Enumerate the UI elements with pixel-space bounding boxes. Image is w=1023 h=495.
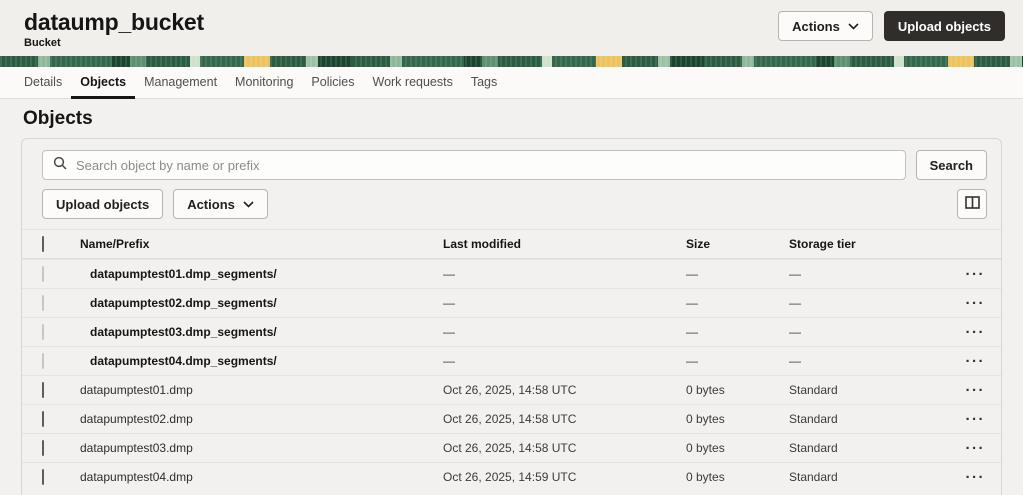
table-row: datapumptest01.dmp Oct 26, 2025, 14:58 U…: [22, 375, 1001, 404]
table-header-row: Name/Prefix Last modified Size Storage t…: [22, 229, 1001, 259]
row-actions-menu-button[interactable]: ···: [966, 470, 986, 485]
object-last-modified: —: [443, 267, 686, 281]
object-last-modified: Oct 26, 2025, 14:58 UTC: [443, 383, 686, 397]
object-last-modified: Oct 26, 2025, 14:59 UTC: [443, 470, 686, 484]
chevron-down-icon: [243, 201, 254, 208]
table-row: datapumptest01.dmp_segments/ — — — ···: [22, 259, 1001, 288]
object-last-modified: —: [443, 325, 686, 339]
object-storage-tier: Standard: [789, 412, 931, 426]
row-checkbox[interactable]: [42, 411, 44, 427]
row-actions-menu-button[interactable]: ···: [966, 383, 986, 398]
table-row: datapumptest03.dmp_segments/ — — — ···: [22, 317, 1001, 346]
object-name[interactable]: datapumptest03.dmp_segments/: [80, 325, 443, 339]
page-header: dataump_bucket Bucket Actions Upload obj…: [0, 0, 1023, 56]
tab-details[interactable]: Details: [15, 67, 71, 99]
tab-monitoring[interactable]: Monitoring: [226, 67, 302, 99]
objects-content: Objects Search Upload objects: [0, 108, 1023, 495]
object-storage-tier: —: [789, 267, 931, 281]
header-upload-label: Upload objects: [898, 19, 991, 34]
row-actions-menu-button[interactable]: ···: [966, 267, 986, 282]
tab-management[interactable]: Management: [135, 67, 226, 99]
decorative-banner: [0, 56, 1023, 67]
section-heading: Objects: [23, 108, 1000, 130]
object-storage-tier: —: [789, 354, 931, 368]
row-actions-menu-button[interactable]: ···: [966, 441, 986, 456]
header-actions-button[interactable]: Actions: [778, 11, 873, 41]
column-header-size: Size: [686, 237, 789, 251]
tab-bar: DetailsObjectsManagementMonitoringPolici…: [0, 67, 1023, 99]
object-last-modified: —: [443, 354, 686, 368]
row-actions-menu-button[interactable]: ···: [966, 412, 986, 427]
tab-work-requests[interactable]: Work requests: [364, 67, 462, 99]
table-body: datapumptest01.dmp_segments/ — — — ··· d…: [22, 259, 1001, 491]
search-button[interactable]: Search: [916, 150, 987, 180]
header-actions: Actions Upload objects: [778, 11, 1005, 41]
row-checkbox[interactable]: [42, 469, 44, 485]
object-size: —: [686, 354, 789, 368]
page-title: dataump_bucket: [24, 9, 204, 35]
search-input-wrapper: [42, 150, 906, 180]
row-checkbox: [42, 295, 44, 311]
object-size: 0 bytes: [686, 412, 789, 426]
row-checkbox: [42, 324, 44, 340]
object-last-modified: Oct 26, 2025, 14:58 UTC: [443, 441, 686, 455]
table-row: datapumptest03.dmp Oct 26, 2025, 14:58 U…: [22, 433, 1001, 462]
objects-table: Name/Prefix Last modified Size Storage t…: [22, 229, 1001, 491]
object-storage-tier: Standard: [789, 383, 931, 397]
object-storage-tier: —: [789, 325, 931, 339]
row-actions-menu-button[interactable]: ···: [966, 354, 986, 369]
row-checkbox[interactable]: [42, 382, 44, 398]
objects-panel: Search Upload objects Actions: [21, 138, 1002, 495]
header-actions-label: Actions: [792, 19, 840, 34]
select-all-checkbox[interactable]: [42, 236, 44, 252]
row-checkbox: [42, 266, 44, 282]
actions-button[interactable]: Actions: [173, 189, 268, 219]
chevron-down-icon: [848, 23, 859, 30]
object-name[interactable]: datapumptest04.dmp_segments/: [80, 354, 443, 368]
page-subtitle: Bucket: [24, 37, 204, 49]
title-block: dataump_bucket Bucket: [24, 9, 204, 49]
row-actions-menu-button[interactable]: ···: [966, 296, 986, 311]
columns-icon: [965, 196, 980, 212]
tab-tags[interactable]: Tags: [462, 67, 506, 99]
table-row: datapumptest02.dmp Oct 26, 2025, 14:58 U…: [22, 404, 1001, 433]
object-storage-tier: Standard: [789, 441, 931, 455]
tab-objects[interactable]: Objects: [71, 67, 135, 99]
tab-policies[interactable]: Policies: [302, 67, 363, 99]
object-name[interactable]: datapumptest02.dmp_segments/: [80, 296, 443, 310]
object-size: 0 bytes: [686, 470, 789, 484]
object-name[interactable]: datapumptest02.dmp: [80, 412, 443, 426]
object-name[interactable]: datapumptest04.dmp: [80, 470, 443, 484]
toolbar-left: Upload objects Actions: [42, 189, 268, 219]
object-name[interactable]: datapumptest03.dmp: [80, 441, 443, 455]
table-row: datapumptest04.dmp_segments/ — — — ···: [22, 346, 1001, 375]
object-storage-tier: Standard: [789, 470, 931, 484]
object-size: —: [686, 325, 789, 339]
toolbar-row: Upload objects Actions: [22, 180, 1001, 219]
column-settings-button[interactable]: [957, 189, 987, 219]
object-size: —: [686, 296, 789, 310]
search-input[interactable]: [76, 158, 895, 173]
column-header-name: Name/Prefix: [80, 237, 443, 251]
table-row: datapumptest02.dmp_segments/ — — — ···: [22, 288, 1001, 317]
object-name[interactable]: datapumptest01.dmp_segments/: [80, 267, 443, 281]
object-size: —: [686, 267, 789, 281]
header-upload-objects-button[interactable]: Upload objects: [884, 11, 1005, 41]
row-actions-menu-button[interactable]: ···: [966, 325, 986, 340]
object-last-modified: —: [443, 296, 686, 310]
object-size: 0 bytes: [686, 441, 789, 455]
object-size: 0 bytes: [686, 383, 789, 397]
search-icon: [53, 156, 67, 175]
row-checkbox[interactable]: [42, 440, 44, 456]
column-header-modified: Last modified: [443, 237, 686, 251]
object-storage-tier: —: [789, 296, 931, 310]
bucket-page: dataump_bucket Bucket Actions Upload obj…: [0, 0, 1023, 495]
table-row: datapumptest04.dmp Oct 26, 2025, 14:59 U…: [22, 462, 1001, 491]
search-row: Search: [22, 139, 1001, 180]
object-last-modified: Oct 26, 2025, 14:58 UTC: [443, 412, 686, 426]
object-name[interactable]: datapumptest01.dmp: [80, 383, 443, 397]
row-checkbox: [42, 353, 44, 369]
upload-objects-button[interactable]: Upload objects: [42, 189, 163, 219]
column-header-tier: Storage tier: [789, 237, 931, 251]
